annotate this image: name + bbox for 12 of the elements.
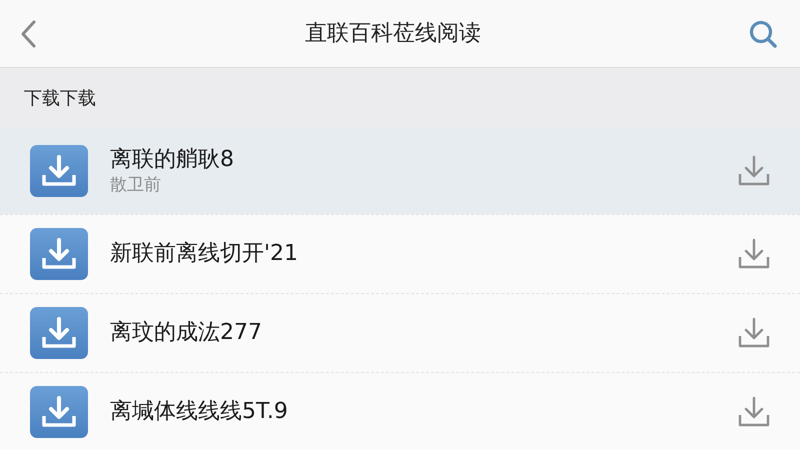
- item-title: 离联的艄耿8: [110, 146, 235, 174]
- item-title: 离堿体线线线5T.9: [110, 398, 289, 426]
- item-title: 离玟的成汯277: [110, 319, 263, 347]
- download-app-icon: [30, 307, 88, 359]
- download-app-icon: [30, 228, 88, 280]
- item-subtitle: 散卫前: [110, 174, 162, 196]
- page-title: 直联百科莅线阅读: [305, 20, 481, 48]
- download-app-icon: [30, 386, 88, 438]
- section-label: 下载下载: [24, 86, 96, 110]
- item-title: 新联前离线切开'21: [110, 240, 300, 268]
- download-app-icon: [30, 145, 88, 197]
- download-list-item[interactable]: 离联的艄耿8 散卫前: [0, 128, 800, 214]
